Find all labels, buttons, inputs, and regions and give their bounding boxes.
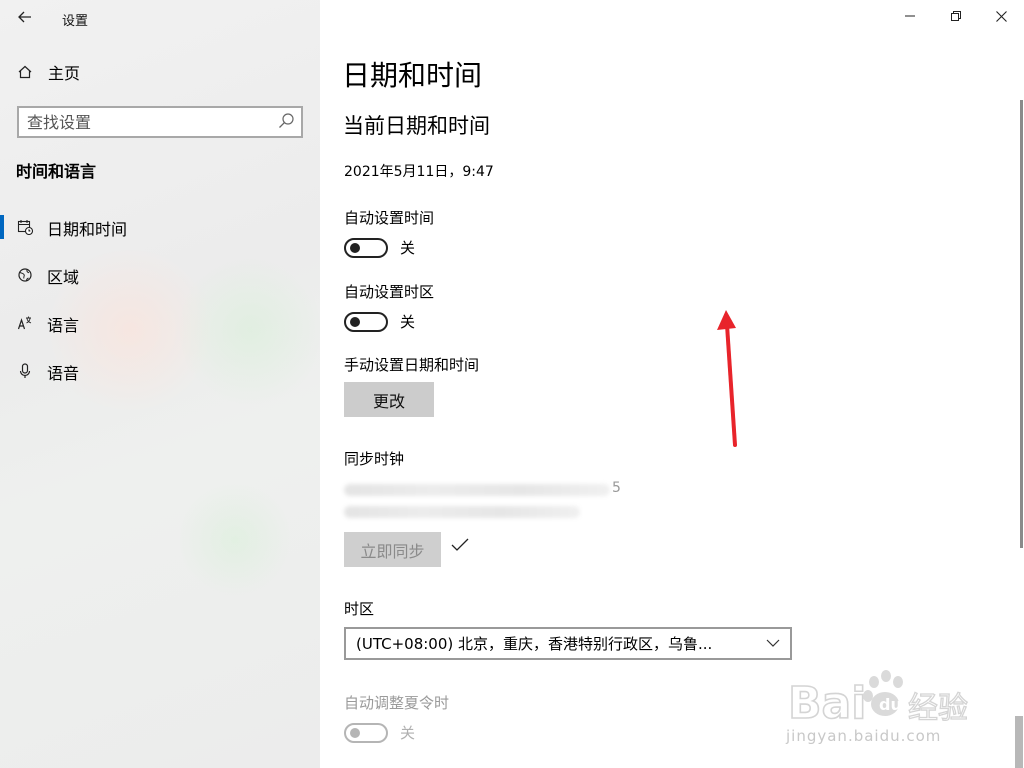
sync-now-button[interactable]: 立即同步 <box>344 532 441 567</box>
calendar-clock-icon <box>17 220 33 235</box>
search-box[interactable] <box>17 106 303 138</box>
section-title: 当前日期和时间 <box>343 114 490 138</box>
sidebar-item-label: 语言 <box>47 316 80 335</box>
language-icon <box>17 316 32 330</box>
timezone-select[interactable]: (UTC+08:00) 北京，重庆，香港特别行政区，乌鲁... <box>344 627 792 660</box>
sidebar-section-heading: 时间和语言 <box>16 162 97 181</box>
sidebar-item-speech[interactable]: 语音 <box>0 356 320 386</box>
home-icon <box>18 65 32 79</box>
sidebar-item-label: 区域 <box>47 268 80 287</box>
dst-toggle-row[interactable]: 关 <box>344 722 415 743</box>
toggle-state: 关 <box>400 239 416 257</box>
checkmark-icon <box>451 538 469 551</box>
auto-time-toggle-row[interactable]: 关 <box>344 237 415 258</box>
svg-text:Bai: Bai <box>788 678 866 729</box>
scrollbar-thumb[interactable] <box>1020 100 1023 548</box>
baidu-watermark-logo: Bai du 经验 <box>788 670 969 730</box>
back-button[interactable] <box>10 4 40 30</box>
close-button[interactable] <box>978 0 1024 32</box>
sidebar-item-label: 主页 <box>48 64 81 83</box>
app-title: 设置 <box>62 14 89 29</box>
scrollbar-track-end[interactable] <box>1015 716 1023 768</box>
dst-label: 自动调整夏令时 <box>344 694 450 712</box>
selected-indicator <box>0 215 4 239</box>
sidebar-item-date-time[interactable]: 日期和时间 <box>0 212 320 242</box>
svg-text:经验: 经验 <box>908 691 968 726</box>
auto-timezone-toggle-row[interactable]: 关 <box>344 311 415 332</box>
watermark-url: jingyan.baidu.com <box>786 727 942 745</box>
toggle-state: 关 <box>400 313 416 331</box>
minimize-icon <box>905 15 915 17</box>
close-icon <box>995 10 1007 22</box>
auto-timezone-label: 自动设置时区 <box>344 283 435 301</box>
page-title: 日期和时间 <box>342 59 483 92</box>
auto-time-toggle[interactable] <box>344 237 388 258</box>
dst-toggle[interactable] <box>344 722 388 743</box>
blurred-sync-suffix: 5 <box>612 480 621 496</box>
toggle-knob <box>350 727 360 738</box>
restore-button[interactable] <box>933 0 979 32</box>
toggle-knob <box>350 316 360 327</box>
back-arrow-icon <box>18 11 31 23</box>
search-input[interactable] <box>19 112 269 132</box>
svg-text:du: du <box>879 695 902 714</box>
toggle-state: 关 <box>400 724 416 742</box>
minimize-button[interactable] <box>887 0 933 32</box>
auto-time-label: 自动设置时间 <box>344 209 435 227</box>
toggle-knob <box>350 242 360 253</box>
microphone-icon <box>19 363 31 378</box>
sidebar-item-label: 语音 <box>47 364 80 383</box>
sidebar-item-home[interactable]: 主页 <box>16 60 80 84</box>
restore-icon <box>951 11 961 21</box>
sidebar-backdrop-glow <box>180 480 290 600</box>
search-icon[interactable] <box>277 112 295 130</box>
sync-clock-label: 同步时钟 <box>344 450 405 468</box>
change-button[interactable]: 更改 <box>344 382 434 417</box>
timezone-selected-value: (UTC+08:00) 北京，重庆，香港特别行政区，乌鲁... <box>356 635 713 653</box>
annotation-arrow-icon <box>717 310 737 447</box>
auto-timezone-toggle[interactable] <box>344 311 388 332</box>
timezone-label: 时区 <box>344 600 375 618</box>
sidebar-item-label: 日期和时间 <box>47 220 128 239</box>
current-datetime: 2021年5月11日，9:47 <box>344 164 494 180</box>
blurred-sync-info <box>344 484 610 496</box>
sidebar-item-region[interactable]: 区域 <box>0 260 320 290</box>
sidebar: 设置 主页 时间和语言 日期和时间 区域 语言 语音 <box>0 0 320 768</box>
blurred-sync-info <box>344 506 580 518</box>
sidebar-item-language[interactable]: 语言 <box>0 308 320 338</box>
globe-icon <box>18 268 32 282</box>
manual-datetime-label: 手动设置日期和时间 <box>344 356 480 374</box>
chevron-down-icon <box>766 639 780 647</box>
